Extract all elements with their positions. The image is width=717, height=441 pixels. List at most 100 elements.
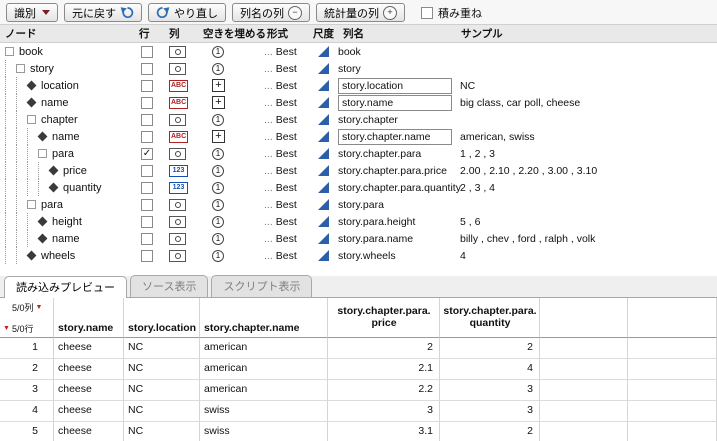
column-option-icon[interactable] [169,232,186,245]
columns-menu-icon[interactable]: ▼ [36,304,43,311]
format-cell[interactable]: ... Best [262,250,308,262]
node-cell[interactable]: para [0,145,134,162]
node-cell[interactable]: wheels [0,247,134,264]
identify-button[interactable]: 識別 [6,3,58,22]
sample-cell: 1 , 2 , 3 [456,148,717,160]
scale-cell[interactable] [308,216,338,227]
format-cell[interactable]: ... Best [262,199,308,211]
node-cell[interactable]: price [0,162,134,179]
character-type-icon[interactable]: ABC [169,79,189,92]
format-cell[interactable]: ... Best [262,97,308,109]
row-checkbox[interactable] [141,198,153,211]
fill-one-icon[interactable]: 1 [212,249,224,262]
column-option-icon[interactable] [169,45,186,58]
stack-checkbox[interactable] [421,6,433,19]
format-cell[interactable]: ... Best [262,131,308,143]
fill-one-icon[interactable]: 1 [212,198,224,211]
row-checkbox[interactable] [141,164,153,177]
fill-one-icon[interactable]: 1 [212,45,224,58]
column-option-icon[interactable] [169,198,186,211]
fill-plus-icon[interactable]: + [212,130,225,143]
column-name-input[interactable]: story.chapter.name [338,128,452,145]
column-name-input[interactable]: story.location [338,77,452,94]
node-cell[interactable]: name [0,128,134,145]
row-checkbox[interactable] [141,147,153,160]
row-checkbox[interactable] [141,249,153,262]
node-cell[interactable]: book [0,46,134,58]
column-name-input[interactable]: story.name [338,94,452,111]
fill-one-icon[interactable]: 1 [212,147,224,160]
format-cell[interactable]: ... Best [262,46,308,58]
scale-cell[interactable] [308,80,338,91]
character-type-icon[interactable]: ABC [169,96,189,109]
fill-cell: 1 [198,198,262,211]
node-cell[interactable]: para [0,196,134,213]
node-cell[interactable]: name [0,94,134,111]
format-cell[interactable]: ... Best [262,80,308,92]
continuous-scale-icon [318,233,329,244]
tab-source-view[interactable]: ソース表示 [130,275,209,297]
fill-one-icon[interactable]: 1 [212,62,224,75]
rows-menu-icon[interactable]: ▼ [3,325,10,332]
row-checkbox[interactable] [141,96,153,109]
tab-script-view[interactable]: スクリプト表示 [211,275,313,297]
scale-cell[interactable] [308,114,338,125]
undo-button[interactable]: 元に戻す [64,3,142,22]
format-cell[interactable]: ... Best [262,182,308,194]
column-option-icon[interactable] [169,113,186,126]
preview-corner[interactable]: 5/0列 ▼ ▼ 5/0行 [0,298,54,338]
fill-plus-icon[interactable]: + [212,79,225,92]
scale-cell[interactable] [308,148,338,159]
node-cell[interactable]: name [0,230,134,247]
columns-counter: 5/0列 ▼ [12,301,50,314]
row-checkbox[interactable] [141,232,153,245]
add-stats-column-button[interactable]: 統計量の列 + [316,3,405,22]
redo-button[interactable]: やり直し [148,3,226,22]
character-type-icon[interactable]: ABC [169,130,189,143]
scale-cell[interactable] [308,165,338,176]
format-cell[interactable]: ... Best [262,148,308,160]
scale-cell[interactable] [308,97,338,108]
format-cell[interactable]: ... Best [262,165,308,177]
fill-one-icon[interactable]: 1 [212,113,224,126]
tree-header: ノード 行 列 空きを埋める 形式 尺度 列名 サンプル [0,24,717,43]
fill-plus-icon[interactable]: + [212,96,225,109]
row-checkbox[interactable] [141,215,153,228]
row-checkbox[interactable] [141,45,153,58]
format-cell[interactable]: ... Best [262,233,308,245]
column-option-icon[interactable] [169,249,186,262]
column-option-icon[interactable] [169,147,186,160]
scale-cell[interactable] [308,46,338,57]
scale-cell[interactable] [308,131,338,142]
numeric-type-icon[interactable]: 123 [169,181,188,194]
format-cell[interactable]: ... Best [262,63,308,75]
row-checkbox[interactable] [141,181,153,194]
format-cell[interactable]: ... Best [262,216,308,228]
row-checkbox[interactable] [141,113,153,126]
node-cell[interactable]: location [0,77,134,94]
row-checkbox[interactable] [141,62,153,75]
column-option-icon[interactable] [169,62,186,75]
fill-one-icon[interactable]: 1 [212,232,224,245]
scale-cell[interactable] [308,250,338,261]
fill-one-icon[interactable]: 1 [212,215,224,228]
scale-cell[interactable] [308,63,338,74]
fill-one-icon[interactable]: 1 [212,181,224,194]
tab-import-preview[interactable]: 読み込みプレビュー [4,276,127,298]
row-checkbox[interactable] [141,79,153,92]
column-option-icon[interactable] [169,215,186,228]
sample-cell: 2.00 , 2.10 , 2.20 , 3.00 , 3.10 [456,165,717,177]
node-cell[interactable]: story [0,60,134,77]
row-checkbox[interactable] [141,130,153,143]
header-line: story.chapter.para. [337,305,431,317]
remove-colname-column-button[interactable]: 列名の列 − [232,3,310,22]
format-cell[interactable]: ... Best [262,114,308,126]
node-cell[interactable]: chapter [0,111,134,128]
scale-cell[interactable] [308,199,338,210]
fill-one-icon[interactable]: 1 [212,164,224,177]
scale-cell[interactable] [308,182,338,193]
numeric-type-icon[interactable]: 123 [169,164,188,177]
node-cell[interactable]: height [0,213,134,230]
scale-cell[interactable] [308,233,338,244]
node-cell[interactable]: quantity [0,179,134,196]
